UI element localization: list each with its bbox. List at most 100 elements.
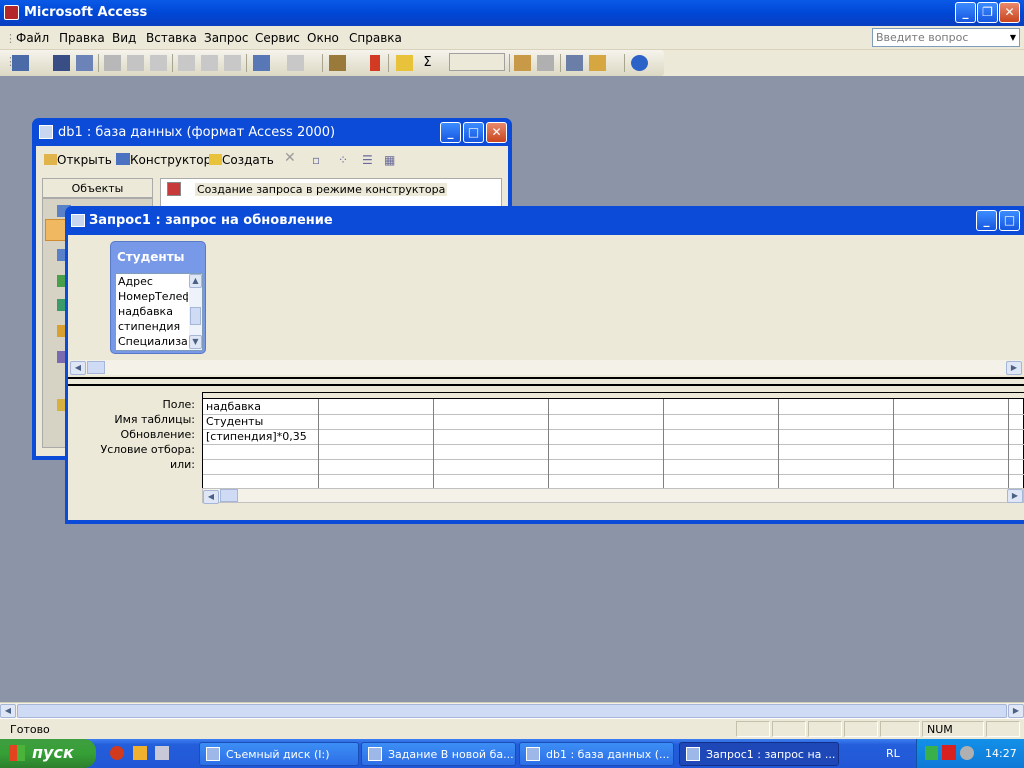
scroll-left-icon[interactable]: ◀ bbox=[203, 490, 219, 504]
paste-icon[interactable] bbox=[224, 55, 241, 71]
ask-question-input[interactable]: Введите вопрос ▼ bbox=[872, 28, 1020, 47]
build-icon[interactable] bbox=[537, 55, 554, 71]
task-query1[interactable]: Запрос1 : запрос на ... bbox=[679, 742, 839, 766]
menu-help[interactable]: Справка bbox=[349, 31, 402, 45]
database-window-title-bar: db1 : база данных (формат Access 2000) _… bbox=[32, 118, 512, 146]
scroll-left-icon[interactable]: ◀ bbox=[0, 704, 16, 718]
grid-cell-table[interactable]: Студенты bbox=[206, 415, 263, 428]
save-icon[interactable] bbox=[53, 55, 70, 71]
task-label: Запрос1 : запрос на ... bbox=[706, 748, 836, 761]
menu-window[interactable]: Окно bbox=[307, 31, 339, 45]
query-maximize-button[interactable]: □ bbox=[999, 210, 1020, 231]
create-query-design-item[interactable]: Создание запроса в режиме конструктора bbox=[195, 183, 448, 196]
status-panel bbox=[844, 721, 878, 737]
grid-column-selector-row[interactable] bbox=[203, 393, 1024, 399]
scroll-right-icon[interactable]: ▶ bbox=[1007, 489, 1023, 503]
field-item[interactable]: надбавка bbox=[118, 305, 188, 318]
db-maximize-button[interactable]: □ bbox=[463, 122, 484, 143]
run-icon[interactable] bbox=[370, 55, 380, 71]
tray-app-icon[interactable] bbox=[960, 746, 974, 760]
language-indicator[interactable]: RL bbox=[886, 747, 900, 760]
upper-horizontal-scrollbar[interactable]: ◀ ▶ bbox=[70, 360, 1022, 375]
list-view-icon[interactable]: ☰ bbox=[362, 153, 373, 167]
menu-view[interactable]: Вид bbox=[112, 31, 136, 45]
menu-query[interactable]: Запрос bbox=[204, 31, 248, 45]
query-minimize-button[interactable]: _ bbox=[976, 210, 997, 231]
db-open-button[interactable]: Открыть bbox=[44, 153, 112, 167]
grid-cell-field[interactable]: надбавка bbox=[206, 400, 261, 413]
help-icon[interactable] bbox=[631, 55, 648, 71]
view-icon[interactable] bbox=[12, 55, 29, 71]
cut-icon[interactable] bbox=[178, 55, 195, 71]
field-list: Адрес НомерТелефона надбавка стипендия С… bbox=[115, 273, 203, 351]
field-item[interactable]: Специализация bbox=[118, 335, 188, 348]
restore-button[interactable]: ❐ bbox=[977, 2, 998, 23]
grid-cell-update[interactable]: [стипендия]*0,35 bbox=[206, 430, 307, 443]
grid-column-line bbox=[318, 399, 319, 489]
minimize-button[interactable]: _ bbox=[955, 2, 976, 23]
workspace-horizontal-scrollbar[interactable]: ◀ ▶ bbox=[0, 702, 1024, 718]
quicklaunch-opera-icon[interactable] bbox=[110, 746, 124, 760]
totals-icon[interactable]: Σ bbox=[419, 55, 436, 71]
db-minimize-button[interactable]: _ bbox=[440, 122, 461, 143]
undo-icon[interactable] bbox=[253, 55, 270, 71]
preview-icon[interactable] bbox=[127, 55, 144, 71]
print-icon[interactable] bbox=[104, 55, 121, 71]
search-icon[interactable] bbox=[76, 55, 93, 71]
quicklaunch-winamp-icon[interactable] bbox=[133, 746, 147, 760]
scroll-thumb[interactable] bbox=[190, 307, 201, 325]
db-design-button[interactable]: Конструктор bbox=[116, 153, 211, 167]
task-removable-disk[interactable]: Съемный диск (I:) bbox=[199, 742, 359, 766]
new-object-icon[interactable] bbox=[589, 55, 606, 71]
query-icon bbox=[686, 747, 700, 761]
table-field-list-box[interactable]: Студенты Адрес НомерТелефона надбавка ст… bbox=[110, 241, 206, 354]
grid-horizontal-scrollbar[interactable]: ◀ ▶ bbox=[202, 488, 1024, 504]
redo-icon[interactable] bbox=[287, 55, 304, 71]
scroll-left-icon[interactable]: ◀ bbox=[70, 361, 86, 375]
field-item[interactable]: Адрес bbox=[118, 275, 188, 288]
scroll-right-icon[interactable]: ▶ bbox=[1006, 361, 1022, 375]
menu-edit[interactable]: Правка bbox=[59, 31, 105, 45]
spellcheck-icon[interactable] bbox=[150, 55, 167, 71]
status-panel bbox=[736, 721, 770, 737]
pane-splitter[interactable] bbox=[68, 377, 1024, 386]
scroll-thumb[interactable] bbox=[87, 361, 105, 374]
copy-icon[interactable] bbox=[201, 55, 218, 71]
start-button[interactable]: пуск bbox=[0, 739, 96, 768]
query-design-grid[interactable]: надбавка Студенты [стипендия]*0,35 bbox=[202, 392, 1024, 489]
quicklaunch-app-icon[interactable] bbox=[155, 746, 169, 760]
top-values-combo[interactable] bbox=[449, 53, 505, 71]
db-create-button[interactable]: Создать bbox=[209, 153, 274, 167]
scroll-thumb[interactable] bbox=[17, 704, 1007, 718]
menu-insert[interactable]: Вставка bbox=[146, 31, 197, 45]
scroll-down-icon[interactable]: ▼ bbox=[189, 335, 202, 349]
chevron-down-icon[interactable]: ▼ bbox=[1007, 29, 1019, 46]
db-close-button[interactable]: ✕ bbox=[486, 122, 507, 143]
task-db1[interactable]: db1 : база данных (... bbox=[519, 742, 674, 766]
tray-network-icon[interactable] bbox=[925, 746, 938, 760]
scroll-right-icon[interactable]: ▶ bbox=[1008, 704, 1024, 718]
delete-icon[interactable]: ✕ bbox=[284, 150, 296, 166]
small-icons-icon[interactable]: ⁘ bbox=[338, 153, 348, 167]
properties-icon[interactable] bbox=[514, 55, 531, 71]
show-table-icon[interactable] bbox=[396, 55, 413, 71]
menu-file[interactable]: Файл bbox=[16, 31, 49, 45]
menu-tools[interactable]: Сервис bbox=[255, 31, 300, 45]
toolbar-separator bbox=[322, 54, 323, 72]
field-item[interactable]: стипендия bbox=[118, 320, 188, 333]
tray-antivirus-icon[interactable] bbox=[942, 745, 956, 760]
database-window-icon[interactable] bbox=[566, 55, 583, 71]
field-item[interactable]: НомерТелефона bbox=[118, 290, 188, 303]
close-button[interactable]: ✕ bbox=[999, 2, 1020, 23]
field-list-scrollbar[interactable]: ▲ ▼ bbox=[189, 274, 202, 350]
task-word-document[interactable]: Задание В новой ба... bbox=[361, 742, 516, 766]
scroll-up-icon[interactable]: ▲ bbox=[189, 274, 202, 288]
db-open-label: Открыть bbox=[57, 153, 112, 167]
scroll-thumb[interactable] bbox=[220, 489, 238, 502]
query-icon bbox=[71, 214, 85, 227]
large-icons-icon[interactable]: ▫ bbox=[312, 153, 320, 167]
toolbar-separator bbox=[624, 54, 625, 72]
query-type-icon[interactable] bbox=[329, 55, 346, 71]
num-lock-text: NUM bbox=[927, 723, 953, 736]
details-view-icon[interactable]: ▦ bbox=[384, 153, 395, 167]
